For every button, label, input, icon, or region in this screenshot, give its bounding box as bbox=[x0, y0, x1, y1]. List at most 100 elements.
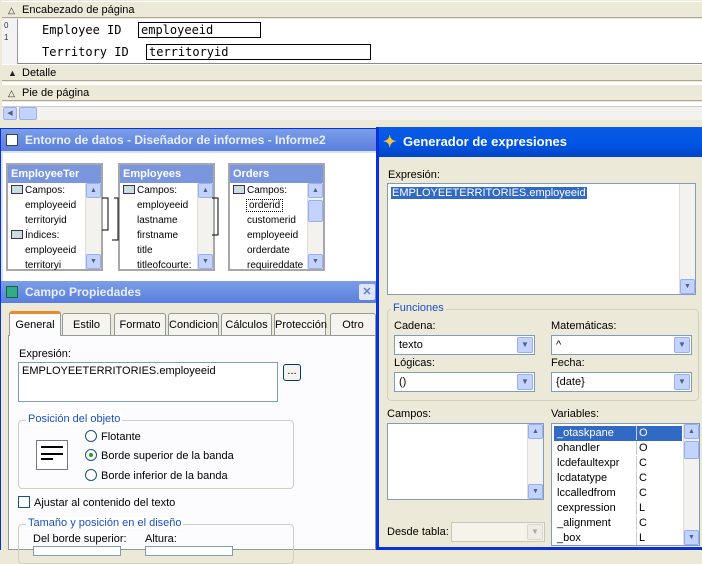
scroll-up-button[interactable]: ▲ bbox=[308, 183, 323, 198]
position-group-label: Posición del objeto bbox=[26, 413, 123, 425]
expression-field[interactable]: EMPLOYEETERRITORIES.employeeid bbox=[18, 362, 278, 402]
scroll-up-button[interactable]: ▲ bbox=[86, 183, 101, 198]
scroll-down-button[interactable]: ▼ bbox=[308, 254, 323, 269]
variable-row[interactable]: lcdatatype C bbox=[554, 471, 682, 486]
scroll-up-button[interactable]: ▲ bbox=[528, 424, 543, 439]
logic-label: Lógicas: bbox=[394, 357, 435, 369]
date-label: Fecha: bbox=[551, 357, 585, 369]
collapse-triangle-icon: △ bbox=[8, 88, 15, 98]
dropdown-arrow-icon[interactable]: ▼ bbox=[674, 374, 690, 390]
expand-triangle-icon: ▲ bbox=[8, 68, 17, 78]
variable-row[interactable]: ohandler O bbox=[554, 441, 682, 456]
variables-list[interactable]: _otaskpane Oohandler Olcdefaultexpr Clcdata… bbox=[551, 423, 700, 546]
table-employeeterritories[interactable]: EmployeeTer Campos: employeeid territoryid Í… bbox=[6, 163, 103, 271]
table-header[interactable]: EmployeeTer bbox=[8, 165, 101, 183]
scroll-down-button[interactable]: ▼ bbox=[684, 530, 699, 545]
scroll-thumb[interactable] bbox=[19, 107, 37, 120]
group-icon bbox=[11, 230, 23, 239]
band-detail[interactable]: ▲ Detalle bbox=[2, 64, 702, 81]
expression-scrollbar[interactable]: ▼ bbox=[679, 184, 695, 294]
height-field[interactable] bbox=[145, 546, 233, 556]
scroll-thumb[interactable] bbox=[684, 441, 699, 459]
date-combo[interactable]: {date} ▼ bbox=[551, 372, 692, 392]
functions-group-label: Funciones bbox=[391, 302, 446, 314]
horizontal-scrollbar[interactable]: ◀ bbox=[2, 106, 702, 120]
scroll-down-button[interactable]: ▼ bbox=[680, 279, 695, 294]
builder-expression-field[interactable]: EMPLOYEETERRITORIES.employeeid ▼ bbox=[387, 183, 696, 295]
radio-button[interactable] bbox=[85, 469, 97, 481]
field-box[interactable]: territoryid bbox=[146, 44, 371, 60]
table-scrollbar[interactable]: ▲ ▼ bbox=[85, 183, 101, 269]
tab-otro[interactable]: Otro bbox=[330, 313, 376, 336]
tab-proteccin[interactable]: Protección bbox=[274, 313, 327, 336]
field-label[interactable]: Territory ID bbox=[42, 45, 129, 59]
fields-label: Campos: bbox=[387, 408, 432, 420]
tab-clculos[interactable]: Cálculos bbox=[221, 313, 272, 336]
scroll-thumb[interactable] bbox=[308, 200, 323, 222]
window-icon bbox=[6, 134, 18, 146]
fields-scrollbar[interactable]: ▲ ▼ bbox=[527, 424, 543, 499]
string-combo[interactable]: texto ▼ bbox=[394, 335, 535, 355]
variables-scrollbar[interactable]: ▲ ▼ bbox=[683, 424, 699, 545]
group-icon bbox=[11, 185, 23, 194]
tab-condicion[interactable]: Condicion bbox=[168, 313, 219, 336]
tab-formato[interactable]: Formato bbox=[114, 313, 166, 336]
variable-row[interactable]: lccalledfrom C bbox=[554, 486, 682, 501]
properties-icon bbox=[6, 286, 18, 298]
radio-button-selected[interactable] bbox=[85, 449, 97, 461]
fit-content-checkbox[interactable]: Ajustar al contenido del texto bbox=[18, 496, 175, 509]
checkbox[interactable] bbox=[18, 496, 30, 508]
radio-top-of-band[interactable]: Borde superior de la banda bbox=[85, 449, 234, 462]
table-scrollbar[interactable]: ▲ ▼ bbox=[307, 183, 323, 269]
close-icon[interactable]: ✕ bbox=[359, 284, 375, 300]
height-label: Altura: bbox=[145, 533, 177, 545]
table-orders[interactable]: Orders Campos: orderid customerid employeeid… bbox=[228, 163, 325, 271]
field-box[interactable]: employeeid bbox=[138, 22, 261, 38]
string-label: Cadena: bbox=[394, 320, 436, 332]
page-header-area[interactable]: 0 1 Employee ID employeeid Territory ID … bbox=[2, 19, 702, 64]
fox-icon: ✦ bbox=[383, 134, 397, 151]
variable-row[interactable]: _otaskpane O bbox=[554, 426, 682, 441]
variable-row[interactable]: _box L bbox=[554, 531, 682, 546]
dialog-title-bar[interactable]: Campo Propiedades ✕ bbox=[1, 281, 379, 303]
variables-label: Variables: bbox=[551, 408, 600, 420]
window-title-bar[interactable]: Entorno de datos - Diseñador de informes… bbox=[1, 129, 377, 151]
math-combo[interactable]: ^ ▼ bbox=[551, 335, 692, 355]
scroll-down-button[interactable]: ▼ bbox=[528, 484, 543, 499]
from-table-combo[interactable]: ▼ bbox=[451, 522, 545, 542]
dropdown-arrow-icon[interactable]: ▼ bbox=[674, 337, 690, 353]
from-top-field[interactable] bbox=[33, 546, 121, 556]
table-header[interactable]: Employees bbox=[120, 165, 213, 183]
group-icon bbox=[233, 185, 245, 194]
fields-list[interactable]: ▲ ▼ bbox=[387, 423, 544, 500]
dropdown-arrow-icon[interactable]: ▼ bbox=[517, 374, 533, 390]
builder-title-bar[interactable]: ✦ Generador de expresiones bbox=[379, 127, 702, 157]
from-table-label: Desde tabla: bbox=[387, 526, 449, 538]
radio-floating[interactable]: Flotante bbox=[85, 430, 141, 443]
selected-expression-text: EMPLOYEETERRITORIES.employeeid bbox=[391, 187, 587, 199]
table-header[interactable]: Orders bbox=[230, 165, 323, 183]
tab-estilo[interactable]: Estilo bbox=[62, 313, 111, 336]
collapse-triangle-icon: △ bbox=[8, 5, 15, 15]
variable-row[interactable]: cexpression L bbox=[554, 501, 682, 516]
builder-expression-label: Expresión: bbox=[388, 169, 440, 181]
scroll-left-button[interactable]: ◀ bbox=[3, 107, 17, 120]
from-top-label: Del borde superior: bbox=[33, 533, 127, 545]
radio-bottom-of-band[interactable]: Borde inferior de la banda bbox=[85, 469, 228, 482]
ruler-mark: 1 bbox=[4, 33, 9, 42]
scroll-up-button[interactable]: ▲ bbox=[684, 424, 699, 439]
tab-general[interactable]: General bbox=[9, 311, 61, 336]
band-page-footer[interactable]: △ Pie de página bbox=[2, 84, 702, 101]
variable-row[interactable]: _alignment C bbox=[554, 516, 682, 531]
ellipsis-button[interactable]: ... bbox=[283, 364, 301, 381]
math-label: Matemáticas: bbox=[551, 320, 617, 332]
band-page-header[interactable]: △ Encabezado de página bbox=[2, 1, 702, 18]
dropdown-arrow-icon[interactable]: ▼ bbox=[527, 524, 543, 540]
logic-combo[interactable]: () ▼ bbox=[394, 372, 535, 392]
radio-button[interactable] bbox=[85, 430, 97, 442]
scroll-down-button[interactable]: ▼ bbox=[86, 254, 101, 269]
band-position-icon bbox=[36, 440, 68, 470]
field-label[interactable]: Employee ID bbox=[42, 23, 121, 37]
dropdown-arrow-icon[interactable]: ▼ bbox=[517, 337, 533, 353]
variable-row[interactable]: lcdefaultexpr C bbox=[554, 456, 682, 471]
